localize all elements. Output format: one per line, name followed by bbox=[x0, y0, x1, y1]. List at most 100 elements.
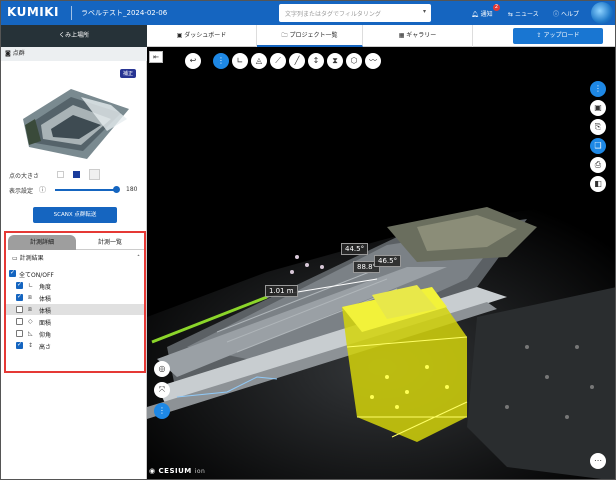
display-slider-thumb[interactable] bbox=[113, 186, 120, 193]
tab-measure-list[interactable]: 計測一覧 bbox=[76, 235, 144, 250]
app-window: KUMIKI ラベルテスト_2024-02-06 文字列またはタグでフィルタリン… bbox=[0, 0, 616, 480]
back-button[interactable]: くみ上場所 bbox=[1, 25, 147, 47]
chevron-down-icon[interactable]: ▾ bbox=[423, 8, 426, 15]
undo-icon[interactable]: ↩ bbox=[185, 53, 201, 69]
height-icon: ↕ bbox=[28, 342, 34, 349]
item-label: 面積 bbox=[39, 320, 52, 327]
item-checkbox[interactable] bbox=[16, 306, 23, 313]
chevron-up-icon: ˆ bbox=[137, 255, 140, 262]
tab-project-list[interactable]: 🗀︎ プロジェクト一覧 bbox=[257, 25, 363, 47]
result-header[interactable]: ▭ 計測結果 ˆ bbox=[8, 253, 142, 265]
notifications-label: 通知 bbox=[480, 11, 493, 18]
help-button[interactable]: ⓘ ヘルプ bbox=[553, 9, 579, 18]
item-label: 体積 bbox=[39, 296, 52, 303]
tab-project-list-label: プロジェクト一覧 bbox=[289, 32, 338, 39]
layers-icon[interactable]: ❑ bbox=[590, 138, 606, 154]
more-vertical-icon[interactable]: ⋮ bbox=[154, 403, 170, 419]
display-setting-label: 表示設定 bbox=[9, 188, 34, 195]
notification-count-badge: 2 bbox=[493, 4, 500, 11]
list-icon: ▭ bbox=[12, 255, 20, 262]
distance-label: 1.01 m bbox=[265, 285, 298, 297]
volume-tool-icon[interactable]: ⧗ bbox=[327, 53, 343, 69]
list-item[interactable]: ⧈ 体積 bbox=[6, 292, 144, 303]
angle-label: 44.5° bbox=[341, 243, 369, 255]
top-header: KUMIKI ラベルテスト_2024-02-06 文字列またはタグでフィルタリン… bbox=[1, 1, 615, 25]
measurement-panel: 計測詳細 計測一覧 ▭ 計測結果 ˆ 全てON/OFF ∟ 角度 ⧈ 体積 bbox=[4, 231, 146, 373]
toggle-all-checkbox[interactable] bbox=[9, 269, 16, 277]
result-header-label: 計測結果 bbox=[19, 255, 44, 262]
save-icon[interactable]: ⎘ bbox=[590, 119, 606, 135]
search-placeholder: 文字列またはタグでフィルタリング bbox=[285, 11, 381, 18]
tab-gallery-label: ギャラリー bbox=[406, 32, 437, 39]
more-vertical-icon[interactable]: ⋮ bbox=[213, 53, 229, 69]
scanx-transfer-button[interactable]: SCANX 点群転送 bbox=[33, 207, 117, 223]
toggle-all-label: 全てON/OFF bbox=[19, 272, 54, 279]
nav-bar: くみ上場所 ▣ ダッシュボード 🗀︎ プロジェクト一覧 ▦ ギャラリー ⇪ アッ… bbox=[1, 25, 615, 47]
distance-tool-icon[interactable]: ⟋ bbox=[270, 53, 286, 69]
volume-icon: ⧈ bbox=[28, 294, 32, 301]
box-icon[interactable]: ◧ bbox=[590, 176, 606, 192]
3d-viewer-canvas[interactable]: 44.5° 88.8° 46.5° 1.01 m bbox=[147, 47, 615, 479]
upload-label: アップロード bbox=[543, 32, 580, 39]
volume-icon: ⧈ bbox=[28, 306, 32, 313]
help-icon: ⓘ bbox=[553, 11, 560, 18]
point-size-medium[interactable] bbox=[73, 171, 80, 178]
cube-tool-icon[interactable]: ⬡ bbox=[346, 53, 362, 69]
list-item[interactable]: ◺ 仰角 bbox=[6, 328, 144, 339]
more-horizontal-icon[interactable]: ⋯ bbox=[590, 453, 606, 469]
profile-tool-icon[interactable]: 〰 bbox=[365, 53, 381, 69]
item-label: 高さ bbox=[39, 344, 52, 351]
list-item[interactable]: ↕ 高さ bbox=[6, 340, 144, 351]
item-checkbox[interactable] bbox=[16, 281, 23, 289]
point-size-small[interactable] bbox=[57, 171, 64, 178]
search-filter-input[interactable]: 文字列またはタグでフィルタリング ▾ bbox=[279, 4, 431, 22]
item-checkbox[interactable] bbox=[16, 341, 23, 349]
navigation-icon[interactable]: ◎ bbox=[154, 361, 170, 377]
avatar[interactable] bbox=[591, 2, 613, 24]
angle-label: 46.5° bbox=[374, 255, 402, 267]
item-label: 角度 bbox=[39, 284, 52, 291]
zoom-icon[interactable]: ⤧ bbox=[154, 382, 170, 398]
tab-gallery[interactable]: ▦ ギャラリー bbox=[363, 25, 473, 47]
point-size-label: 点の大きさ bbox=[9, 173, 40, 180]
item-label: 体積 bbox=[39, 308, 52, 315]
item-checkbox[interactable] bbox=[16, 318, 23, 325]
collapse-sidebar-button[interactable]: ⇤ bbox=[149, 51, 163, 63]
cesium-credit-suffix: ion bbox=[194, 468, 206, 475]
point-size-large[interactable] bbox=[89, 169, 100, 180]
area-tool-icon[interactable]: ◬ bbox=[251, 53, 267, 69]
pointcloud-header-label: 点群 bbox=[12, 50, 25, 57]
sidebar: ◙ 点群 補正 点の大きさ 表示設定 ⓘ 180 SCANX 点群転送 計測詳細… bbox=[1, 47, 147, 479]
help-circle-icon[interactable]: ⓘ bbox=[39, 185, 46, 195]
list-item[interactable]: ◇ 面積 bbox=[6, 316, 144, 327]
tab-measure-detail[interactable]: 計測詳細 bbox=[8, 235, 76, 250]
display-slider-track[interactable] bbox=[55, 189, 117, 191]
list-item[interactable]: ∟ 角度 bbox=[6, 280, 144, 291]
elevation-angle-icon: ◺ bbox=[28, 330, 33, 337]
item-checkbox[interactable] bbox=[16, 330, 23, 337]
toggle-all-row[interactable]: 全てON/OFF bbox=[6, 268, 144, 279]
print-icon[interactable]: ⎙ bbox=[590, 157, 606, 173]
news-label: ニュース bbox=[515, 11, 539, 18]
line-tool-icon[interactable]: ╱ bbox=[289, 53, 305, 69]
correction-badge: 補正 bbox=[120, 69, 137, 78]
header-divider bbox=[71, 6, 72, 20]
pointcloud-section-header: ◙ 点群 bbox=[1, 47, 147, 61]
cesium-credit[interactable]: ◉ CESIUM ion bbox=[149, 467, 205, 475]
tab-dashboard[interactable]: ▣ ダッシュボード bbox=[147, 25, 257, 47]
list-item[interactable]: ⧈ 体積 bbox=[6, 304, 144, 315]
project-title: ラベルテスト_2024-02-06 bbox=[81, 9, 168, 17]
tab-dashboard-label: ダッシュボード bbox=[184, 32, 227, 39]
height-tool-icon[interactable]: ↕ bbox=[308, 53, 324, 69]
more-vertical-icon[interactable]: ⋮ bbox=[590, 81, 606, 97]
frame-icon[interactable]: ▣ bbox=[590, 100, 606, 116]
pointcloud-preview-image bbox=[23, 89, 129, 159]
cesium-logo-icon: ◉ bbox=[149, 467, 159, 475]
megaphone-icon: ⇆ bbox=[508, 11, 514, 18]
kumiki-logo[interactable]: KUMIKI bbox=[7, 5, 59, 19]
item-checkbox[interactable] bbox=[16, 293, 23, 301]
news-button[interactable]: ⇆ ニュース bbox=[508, 9, 539, 18]
angle-tool-icon[interactable]: ∟ bbox=[232, 53, 248, 69]
upload-button[interactable]: ⇪ アップロード bbox=[513, 28, 603, 44]
notifications-button[interactable]: 🔔︎ 通知 bbox=[471, 9, 493, 18]
